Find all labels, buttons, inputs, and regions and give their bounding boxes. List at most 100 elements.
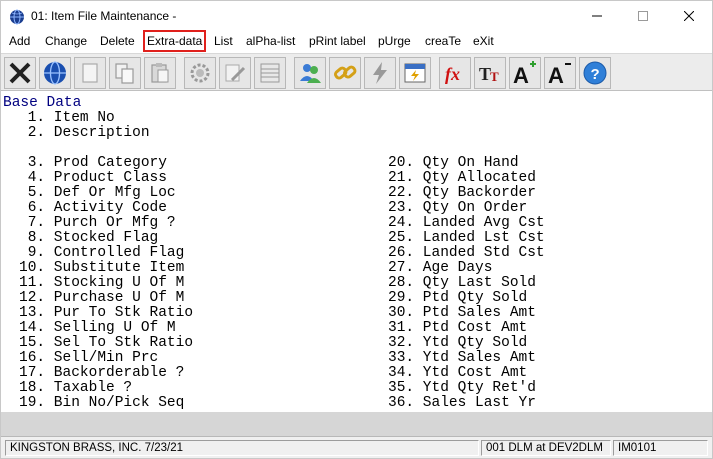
- field-label-right-12: 32. Ytd Qty Sold: [388, 335, 528, 351]
- field-label-left-6: 6. Activity Code: [19, 200, 167, 216]
- input-band: [1, 412, 712, 436]
- field-label-left-11: 11. Stocking U Of M: [19, 275, 185, 291]
- menu-bar: Add Change Delete Extra-data List alPha-…: [1, 30, 712, 53]
- toolbar-font-increase-button[interactable]: A: [509, 57, 541, 89]
- menu-print-label[interactable]: pRint label: [309, 34, 366, 48]
- field-label-right-11: 31. Ptd Cost Amt: [388, 320, 528, 336]
- field-label-left-8: 8. Stocked Flag: [19, 230, 159, 246]
- menu-add[interactable]: Add: [9, 34, 30, 48]
- toolbar-globe-button[interactable]: [39, 57, 71, 89]
- menu-exit[interactable]: eXit: [473, 34, 494, 48]
- toolbar-link-button[interactable]: [329, 57, 361, 89]
- svg-text:A: A: [513, 63, 529, 86]
- toolbar: fx TT A A ?: [1, 53, 712, 91]
- field-label-left-12: 12. Purchase U Of M: [19, 290, 185, 306]
- help-icon: ?: [583, 61, 607, 85]
- minimize-icon: [592, 15, 602, 17]
- function-icon: fx: [445, 64, 460, 84]
- toolbar-lightning-button[interactable]: [364, 57, 396, 89]
- field-label-left-4: 4. Product Class: [19, 170, 167, 186]
- field-label-right-13: 33. Ytd Sales Amt: [388, 350, 536, 366]
- field-label-right-9: 29. Ptd Qty Sold: [388, 290, 528, 306]
- field-label-left-1: 2. Description: [19, 125, 150, 141]
- menu-purge[interactable]: pUrge: [378, 34, 411, 48]
- list-icon: [260, 63, 280, 83]
- app-window: 01: Item File Maintenance - Add Change D…: [0, 0, 713, 459]
- font-increase-icon: A: [513, 61, 536, 86]
- font-decrease-icon: A: [548, 63, 571, 86]
- field-label-right-7: 27. Age Days: [388, 260, 493, 276]
- status-program: IM0101: [613, 440, 708, 456]
- menu-alpha-list[interactable]: alPha-list: [246, 34, 295, 48]
- section-title: Base Data: [3, 95, 82, 111]
- toolbar-paste-button[interactable]: [144, 57, 176, 89]
- toolbar-help-button[interactable]: ?: [579, 57, 611, 89]
- field-label-right-2: 22. Qty Backorder: [388, 185, 536, 201]
- toolbar-edit-button[interactable]: [219, 57, 251, 89]
- field-label-right-10: 30. Ptd Sales Amt: [388, 305, 536, 321]
- field-label-right-3: 23. Qty On Order: [388, 200, 528, 216]
- form-content: Base Data 1. Item No 2. Description 3. P…: [1, 92, 712, 412]
- svg-text:?: ?: [591, 66, 600, 83]
- toolbar-users-button[interactable]: [294, 57, 326, 89]
- lightning-icon: [373, 62, 387, 84]
- users-icon: [300, 64, 321, 83]
- field-label-right-6: 26. Landed Std Cst: [388, 245, 545, 261]
- toolbar-list-button[interactable]: [254, 57, 286, 89]
- app-globe-icon: [10, 9, 24, 25]
- field-label-right-14: 34. Ytd Cost Amt: [388, 365, 528, 381]
- field-label-right-8: 28. Qty Last Sold: [388, 275, 536, 291]
- field-label-left-17: 17. Backorderable ?: [19, 365, 185, 381]
- toolbar-function-button[interactable]: fx: [439, 57, 471, 89]
- close-window-button[interactable]: [666, 1, 712, 31]
- field-label-left-7: 7. Purch Or Mfg ?: [19, 215, 176, 231]
- menu-create[interactable]: creaTe: [425, 34, 461, 48]
- blank-page-icon: [82, 63, 98, 83]
- status-user: 001 DLM at DEV2DLM: [481, 440, 611, 456]
- field-label-right-1: 21. Qty Allocated: [388, 170, 536, 186]
- field-label-left-14: 14. Selling U Of M: [19, 320, 176, 336]
- menu-delete[interactable]: Delete: [100, 34, 135, 48]
- close-icon: [684, 11, 694, 21]
- toolbar-font-button[interactable]: TT: [474, 57, 506, 89]
- field-label-left-5: 5. Def Or Mfg Loc: [19, 185, 176, 201]
- toolbar-copy-button[interactable]: [109, 57, 141, 89]
- field-label-right-4: 24. Landed Avg Cst: [388, 215, 545, 231]
- menu-extra-data[interactable]: Extra-data: [142, 30, 207, 52]
- status-bar: KINGSTON BRASS, INC. 7/23/21 001 DLM at …: [1, 436, 712, 458]
- edit-icon: [225, 64, 246, 82]
- maximize-button[interactable]: [620, 1, 666, 31]
- field-label-left-15: 15. Sel To Stk Ratio: [19, 335, 194, 351]
- menu-list[interactable]: List: [214, 34, 233, 48]
- field-label-left-16: 16. Sell/Min Prc: [19, 350, 159, 366]
- calendar-icon: [404, 63, 426, 83]
- field-label-right-16: 36. Sales Last Yr: [388, 395, 536, 411]
- field-label-left-0: 1. Item No: [19, 110, 115, 126]
- paste-icon: [151, 63, 169, 83]
- field-label-left-9: 9. Controlled Flag: [19, 245, 185, 261]
- field-label-left-13: 13. Pur To Stk Ratio: [19, 305, 194, 321]
- gear-icon: [190, 63, 210, 83]
- field-label-left-19: 19. Bin No/Pick Seq: [19, 395, 185, 411]
- field-label-right-15: 35. Ytd Qty Ret'd: [388, 380, 536, 396]
- toolbar-calendar-button[interactable]: [399, 57, 431, 89]
- maximize-icon: [638, 11, 648, 21]
- toolbar-new-button[interactable]: [74, 57, 106, 89]
- field-label-right-5: 25. Landed Lst Cst: [388, 230, 545, 246]
- svg-text:A: A: [548, 63, 564, 86]
- toolbar-settings-button[interactable]: [184, 57, 216, 89]
- toolbar-font-decrease-button[interactable]: A: [544, 57, 576, 89]
- svg-text:fx: fx: [445, 64, 460, 84]
- field-label-left-10: 10. Substitute Item: [19, 260, 185, 276]
- minimize-button[interactable]: [574, 1, 620, 31]
- title-bar: 01: Item File Maintenance -: [1, 1, 712, 31]
- globe-icon: [44, 61, 66, 85]
- menu-change[interactable]: Change: [45, 34, 87, 48]
- field-label-left-18: 18. Taxable ?: [19, 380, 133, 396]
- link-icon: [333, 65, 357, 80]
- window-title: 01: Item File Maintenance -: [31, 9, 177, 23]
- close-x-icon: [9, 62, 31, 84]
- toolbar-close-button[interactable]: [4, 57, 36, 89]
- svg-text:T: T: [490, 69, 499, 84]
- field-label-left-3: 3. Prod Category: [19, 155, 167, 171]
